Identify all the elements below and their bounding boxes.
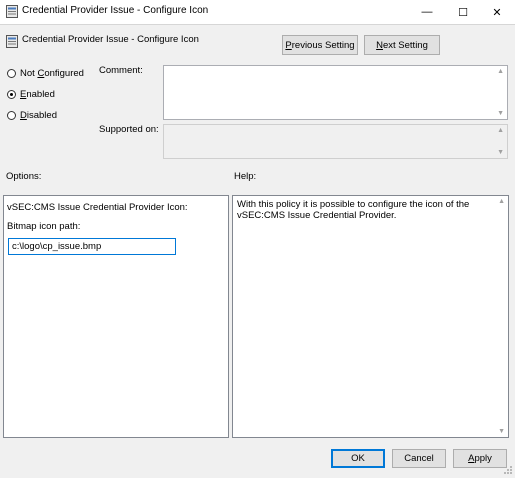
radio-enabled-label: Enabled	[20, 89, 55, 100]
next-setting-mnemonic: N	[376, 39, 383, 51]
help-scroll-up-icon[interactable]: ▲	[498, 198, 505, 205]
options-heading: vSEC:CMS Issue Credential Provider Icon:	[7, 202, 188, 213]
ok-button[interactable]: OK	[331, 449, 385, 468]
next-setting-label: ext Setting	[382, 39, 428, 51]
comment-textarea[interactable]: ▲ ▼	[163, 65, 508, 120]
maximize-icon[interactable]: ☐	[448, 0, 478, 24]
setting-icon	[6, 35, 18, 48]
help-text-line-1: With this policy it is possible to confi…	[237, 199, 470, 210]
options-label: Options:	[6, 171, 42, 182]
policy-name: Credential Provider Issue - Configure Ic…	[22, 34, 199, 45]
radio-enabled-circle	[7, 90, 16, 99]
radio-not-configured-circle	[7, 69, 16, 78]
radio-disabled-label: Disabled	[20, 110, 57, 121]
help-scroll-down-icon[interactable]: ▼	[498, 428, 505, 435]
apply-label: pply	[474, 453, 492, 464]
supported-scroll-up-icon[interactable]: ▲	[497, 127, 504, 134]
radio-disabled-circle	[7, 111, 16, 120]
bitmap-path-input[interactable]: c:\logo\cp_issue.bmp	[8, 238, 176, 255]
cancel-button[interactable]: Cancel	[392, 449, 446, 468]
supported-on-label: Supported on:	[99, 124, 159, 135]
apply-button[interactable]: Apply	[453, 449, 507, 468]
close-icon[interactable]: ✕	[482, 0, 512, 24]
window-title: Credential Provider Issue - Configure Ic…	[22, 5, 209, 16]
comment-scroll-up-icon[interactable]: ▲	[497, 68, 504, 75]
title-bar: Credential Provider Issue - Configure Ic…	[0, 0, 515, 25]
next-setting-button[interactable]: Next Setting	[364, 35, 440, 55]
policy-app-icon	[6, 5, 18, 18]
supported-on-field: ▲ ▼	[163, 124, 508, 159]
previous-setting-button[interactable]: Previous Setting	[282, 35, 358, 55]
help-text-line-2: vSEC:CMS Issue Credential Provider.	[237, 210, 397, 221]
radio-not-configured-label: Not Configured	[20, 68, 84, 79]
previous-setting-label: revious Setting	[291, 39, 355, 51]
help-label: Help:	[234, 171, 257, 182]
comment-label: Comment:	[99, 65, 143, 76]
resize-grip-icon[interactable]	[503, 465, 513, 475]
minimize-icon[interactable]: —	[412, 0, 442, 24]
comment-scroll-down-icon[interactable]: ▼	[497, 110, 504, 117]
options-panel: vSEC:CMS Issue Credential Provider Icon:…	[3, 195, 229, 438]
bitmap-path-label: Bitmap icon path:	[7, 221, 81, 232]
supported-scroll-down-icon[interactable]: ▼	[497, 149, 504, 156]
help-panel: With this policy it is possible to confi…	[232, 195, 509, 438]
